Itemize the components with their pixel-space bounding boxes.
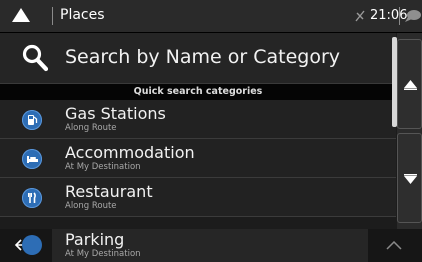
clock: 21:06 (370, 8, 408, 23)
scroll-column (392, 33, 422, 262)
gps-satellite-icon (355, 10, 365, 22)
item-name: Gas Stations (65, 104, 166, 123)
title-bar: Places 21:06 (0, 0, 422, 33)
chevron-up-icon (386, 241, 402, 250)
list-item-accommodation[interactable]: Accommodation At My Destination (0, 139, 396, 178)
list-item-parking[interactable]: Parking At My Destination (22, 229, 368, 262)
up-button[interactable] (0, 0, 52, 32)
divider (52, 7, 53, 25)
up-arrow-icon (12, 8, 30, 22)
bed-icon (22, 149, 42, 169)
item-sub: At My Destination (65, 249, 141, 259)
item-sub: Along Route (65, 201, 117, 211)
item-sub: Along Route (65, 123, 117, 133)
item-name: Accommodation (65, 143, 195, 162)
fork-knife-icon (22, 188, 42, 208)
bottom-up-button[interactable] (368, 229, 422, 262)
gas-pump-icon (22, 110, 42, 130)
page-title: Places (60, 7, 105, 23)
message-icon[interactable] (405, 9, 421, 22)
item-name: Parking (65, 230, 125, 249)
places-screen: Places 21:06 Search by Name or Category … (0, 0, 422, 262)
scroll-up-arrow-icon (404, 80, 417, 90)
categories-header: Quick search categories (0, 84, 396, 100)
list-item-gas-stations[interactable]: Gas Stations Along Route (0, 100, 396, 139)
list-item-restaurant[interactable]: Restaurant Along Route (0, 178, 396, 217)
scroll-down-button[interactable] (397, 133, 422, 223)
search-icon (22, 44, 48, 72)
scroll-up-button[interactable] (397, 39, 422, 129)
search-by-name-button[interactable]: Search by Name or Category (0, 33, 396, 84)
bottom-bar: Parking At My Destination (0, 229, 422, 262)
search-label: Search by Name or Category (65, 46, 341, 68)
item-sub: At My Destination (65, 162, 141, 172)
item-name: Restaurant (65, 182, 153, 201)
scroll-down-arrow-icon (404, 174, 417, 184)
divider (399, 7, 400, 25)
parking-icon (22, 235, 42, 255)
